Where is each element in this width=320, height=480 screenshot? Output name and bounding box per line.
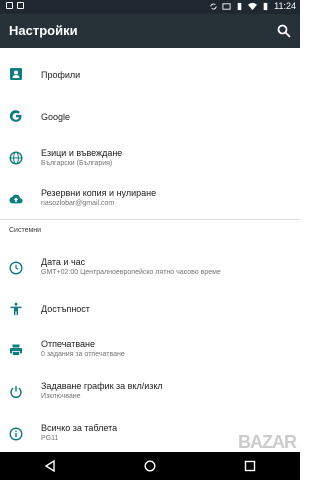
- navigation-bar: [0, 452, 300, 480]
- section-header: Системни: [9, 227, 42, 234]
- settings-item-title: Задаване график за вкл/изкл: [41, 381, 163, 391]
- globe-icon: [9, 151, 23, 165]
- clock-icon: [9, 261, 23, 275]
- settings-item-title: Профили: [41, 70, 81, 80]
- settings-item-title: Езици и въвеждане: [41, 148, 123, 158]
- settings-item-google[interactable]: Google: [0, 101, 300, 131]
- recents-icon[interactable]: [243, 459, 257, 473]
- vibrate-icon: [237, 2, 242, 10]
- settings-item-subtitle: Български (България): [41, 160, 113, 167]
- settings-item-schedule[interactable]: Задаване график за вкл/изкл Изключване: [0, 376, 300, 408]
- info-icon: [9, 427, 23, 441]
- printer-icon: [10, 344, 22, 356]
- wifi-icon: [248, 2, 258, 10]
- notification-icon: [17, 2, 24, 9]
- app-bar: Настройки: [0, 14, 300, 48]
- settings-item-title: Резервни копия и нулиране: [41, 188, 157, 198]
- status-bar: 11:24: [0, 0, 300, 14]
- settings-item-subtitle: GMT+02:00 Централноевропейско лятно часо…: [41, 269, 221, 276]
- settings-item-subtitle: 0 задания за отпечатване: [41, 351, 125, 358]
- person-card-icon: [10, 68, 22, 80]
- accessibility-icon: [10, 302, 22, 316]
- sync-icon: [210, 3, 217, 9]
- settings-item-title: Дата и час: [41, 257, 86, 267]
- settings-item-subtitle: PG11: [41, 435, 59, 442]
- google-icon: [9, 110, 22, 122]
- battery-icon: [263, 2, 268, 10]
- settings-item-title: Google: [41, 112, 71, 122]
- settings-item-printing[interactable]: Отпечатване 0 задания за отпечатване: [0, 334, 300, 366]
- cast-icon: [222, 2, 231, 10]
- power-schedule-icon: [10, 386, 22, 399]
- settings-item-title: Достъпност: [41, 304, 90, 314]
- page-title: Настройки: [9, 23, 78, 38]
- notification-icon: [6, 2, 13, 9]
- divider: [0, 219, 300, 220]
- cloud-upload-icon: [9, 194, 23, 204]
- clock-time: 11:24: [274, 1, 296, 11]
- settings-item-title: Отпечатване: [41, 339, 95, 349]
- settings-item-profiles[interactable]: Профили: [0, 60, 300, 90]
- settings-item-datetime[interactable]: Дата и час GMT+02:00 Централноевропейско…: [0, 252, 300, 284]
- settings-item-subtitle: nasozlobar@gmail.com: [41, 200, 115, 207]
- search-icon[interactable]: [276, 23, 292, 39]
- settings-item-title: Всичко за таблета: [41, 423, 118, 433]
- home-icon[interactable]: [143, 459, 157, 473]
- settings-item-backup[interactable]: Резервни копия и нулиране nasozlobar@gma…: [0, 183, 300, 215]
- settings-item-subtitle: Изключване: [41, 393, 81, 400]
- settings-item-accessibility[interactable]: Достъпност: [0, 294, 300, 324]
- watermark-logo: BAZAR: [238, 432, 297, 452]
- back-icon[interactable]: [43, 459, 57, 473]
- settings-item-languages[interactable]: Езици и въвеждане Български (България): [0, 142, 300, 174]
